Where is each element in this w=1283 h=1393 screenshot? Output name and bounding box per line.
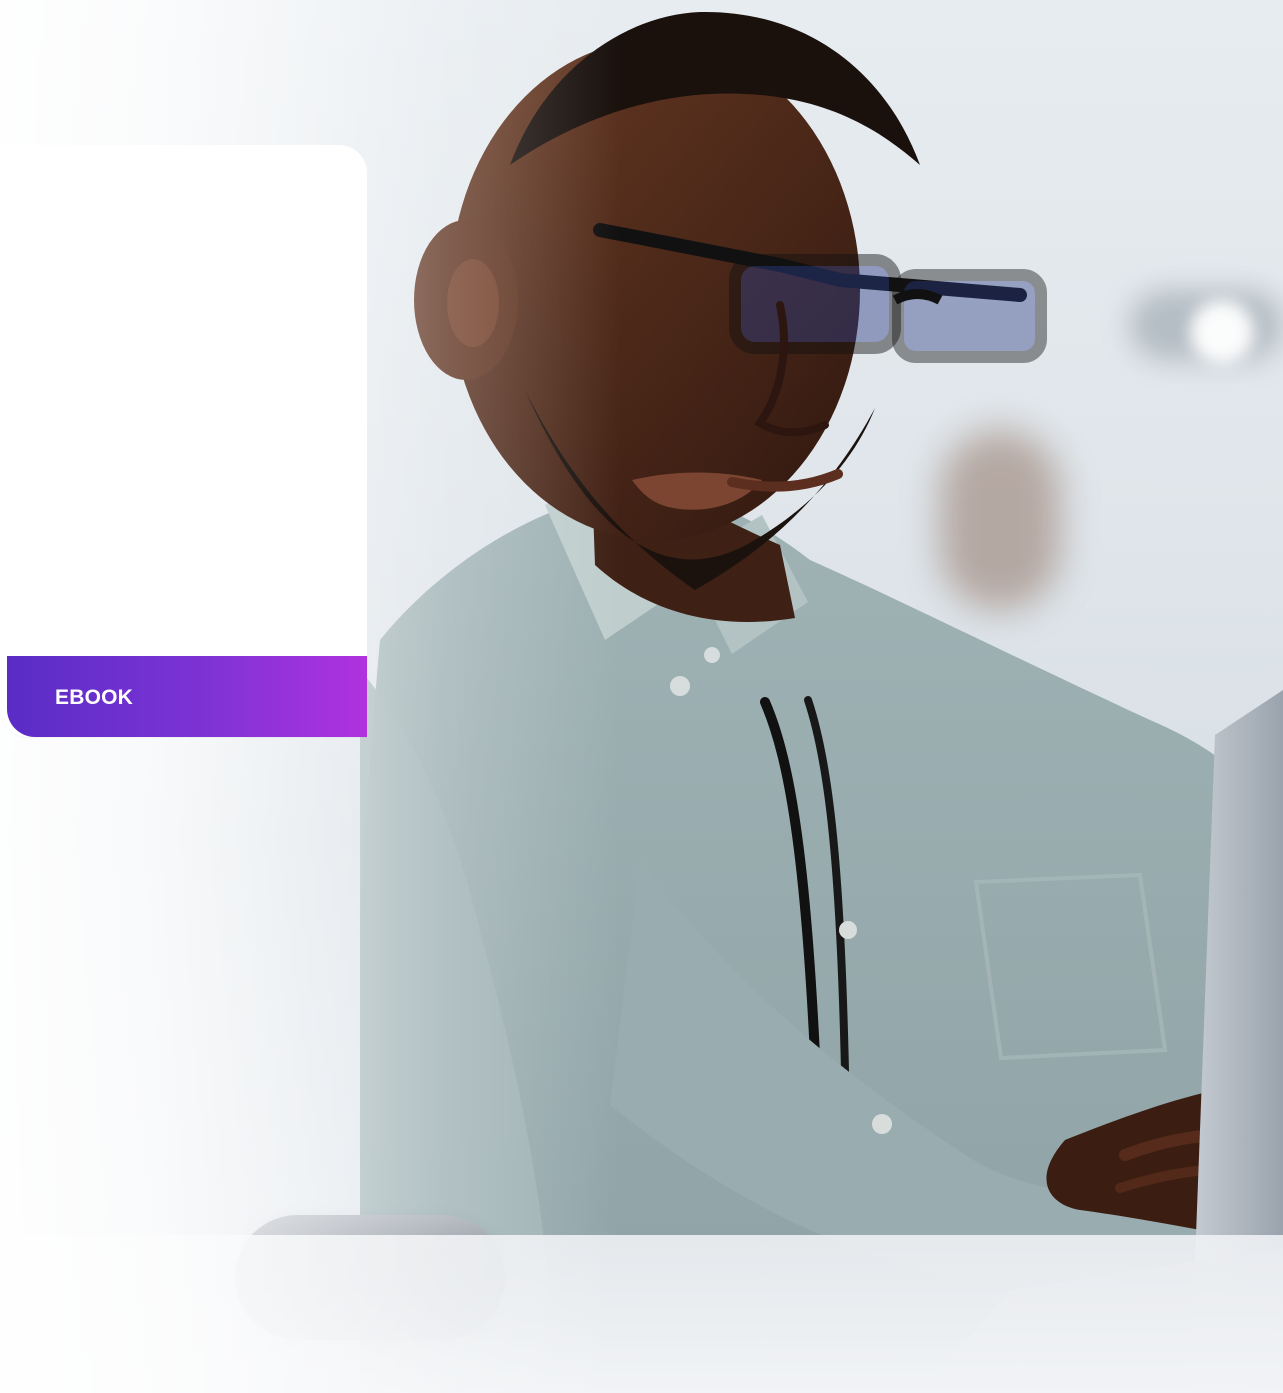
ebook-label: EBOOK [55, 686, 134, 709]
card-band: EBOOK [7, 656, 367, 737]
ebook-card: ps EBOOK [0, 145, 367, 737]
